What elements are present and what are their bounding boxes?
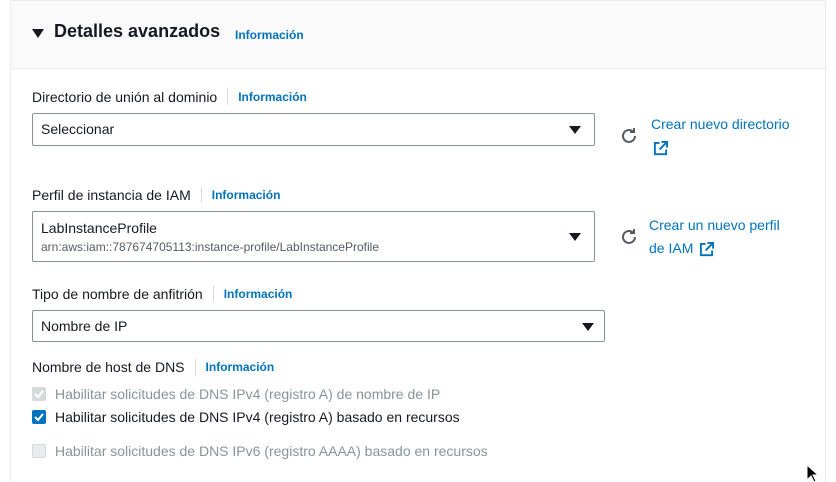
mouse-cursor-icon — [806, 464, 820, 482]
domain-dir-info-link[interactable]: Información — [238, 90, 307, 104]
hostname-type-select-value: Nombre de IP — [41, 318, 128, 334]
check-icon — [34, 390, 44, 399]
chevron-down-icon — [569, 233, 581, 241]
dns-hostname-label: Nombre de host de DNS Información — [32, 359, 274, 375]
create-iam-profile-link-line2: de IAM — [649, 240, 694, 256]
section-info-link[interactable]: Información — [235, 28, 304, 42]
domain-dir-select[interactable]: Seleccionar — [32, 113, 595, 146]
panel-header[interactable]: Detalles avanzados Información — [11, 1, 825, 69]
checkbox[interactable] — [32, 410, 46, 424]
caret-down-icon[interactable] — [32, 29, 44, 38]
checkbox-label: Habilitar solicitudes de DNS IPv6 (regis… — [55, 443, 488, 459]
checkbox-label: Habilitar solicitudes de DNS IPv4 (regis… — [55, 386, 441, 402]
divider — [212, 286, 214, 302]
create-directory-link-text: Crear nuevo directorio — [651, 116, 790, 132]
create-iam-profile-link-line1: Crear un nuevo perfil — [649, 217, 780, 233]
external-link-icon — [653, 140, 668, 155]
dns-ipv4-ip-name-checkbox-row: Habilitar solicitudes de DNS IPv4 (regis… — [32, 386, 440, 402]
external-link-icon — [700, 241, 715, 256]
domain-dir-label: Directorio de unión al dominio Informaci… — [32, 89, 307, 105]
create-iam-profile-link[interactable]: Crear un nuevo perfil de IAM — [649, 214, 780, 260]
hostname-type-label-text: Tipo de nombre de anfitrión — [32, 286, 203, 302]
iam-profile-info-link[interactable]: Información — [212, 188, 281, 202]
hostname-type-label: Tipo de nombre de anfitrión Información — [32, 286, 292, 302]
iam-profile-label: Perfil de instancia de IAM Información — [32, 187, 280, 203]
iam-profile-arn: arn:aws:iam::787674705113:instance-profi… — [41, 240, 379, 254]
checkbox-label[interactable]: Habilitar solicitudes de DNS IPv4 (regis… — [55, 409, 460, 425]
refresh-icon[interactable] — [619, 227, 639, 247]
dns-ipv6-resource-checkbox-row: Habilitar solicitudes de DNS IPv6 (regis… — [32, 443, 488, 459]
chevron-down-icon — [582, 323, 594, 331]
dns-ipv4-resource-checkbox-row[interactable]: Habilitar solicitudes de DNS IPv4 (regis… — [32, 409, 460, 425]
iam-profile-select[interactable]: LabInstanceProfile arn:aws:iam::78767470… — [32, 211, 595, 262]
hostname-type-info-link[interactable]: Información — [224, 287, 293, 301]
checkbox — [32, 387, 46, 401]
refresh-icon[interactable] — [619, 126, 639, 146]
domain-dir-select-value: Seleccionar — [41, 121, 115, 137]
iam-profile-label-text: Perfil de instancia de IAM — [32, 187, 191, 203]
iam-profile-select-value: LabInstanceProfile — [41, 220, 157, 236]
dns-hostname-label-text: Nombre de host de DNS — [32, 359, 185, 375]
divider — [194, 359, 196, 375]
domain-dir-label-text: Directorio de unión al dominio — [32, 89, 218, 105]
check-icon — [34, 413, 44, 422]
divider — [200, 187, 202, 203]
dns-hostname-info-link[interactable]: Información — [206, 360, 275, 374]
divider — [227, 89, 229, 105]
chevron-down-icon — [569, 126, 581, 134]
checkbox — [32, 444, 46, 458]
create-directory-link[interactable]: Crear nuevo directorio — [651, 113, 790, 159]
section-title: Detalles avanzados — [54, 21, 221, 41]
hostname-type-select[interactable]: Nombre de IP — [32, 310, 605, 342]
